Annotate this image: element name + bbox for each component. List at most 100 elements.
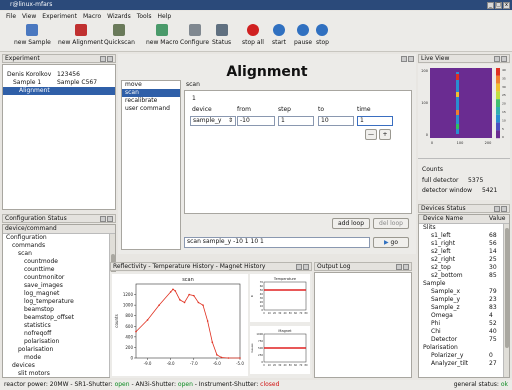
menu-tools[interactable]: Tools [137, 11, 152, 22]
close-icon[interactable] [107, 216, 113, 222]
menu-experiment[interactable]: Experiment [42, 11, 77, 22]
devices-scrollbar[interactable] [503, 224, 509, 377]
close-icon[interactable] [303, 264, 309, 270]
close-icon[interactable] [107, 56, 113, 62]
device-row[interactable]: s2_bottom 85 [419, 272, 509, 280]
device-row[interactable]: Polarisation [419, 344, 509, 352]
float-icon[interactable] [494, 206, 500, 212]
new-alignment-button[interactable]: new Alignment [58, 24, 103, 46]
new-macro-button[interactable]: new Macro [146, 24, 178, 46]
del-loop-button[interactable]: del loop [373, 218, 409, 229]
float-icon[interactable] [494, 56, 500, 62]
config-item[interactable]: log_magnet [3, 290, 115, 298]
config-item[interactable]: mode [3, 354, 115, 362]
config-item[interactable]: Configuration [3, 234, 115, 242]
menu-help[interactable]: Help [158, 11, 172, 22]
devices-panel-header: Devices Status [418, 204, 510, 213]
from-field[interactable]: -10 [237, 116, 275, 126]
status-button[interactable]: Status [212, 24, 231, 46]
command-item[interactable]: user command [122, 105, 180, 113]
experiment-row[interactable]: Sample 1 Sample C567 [3, 79, 115, 87]
device-row[interactable]: Sample_y 23 [419, 296, 509, 304]
float-icon[interactable] [401, 56, 407, 62]
scan-data-point [239, 357, 241, 359]
maximize-icon[interactable]: □ [495, 2, 502, 9]
device-row[interactable]: Sample_z 83 [419, 304, 509, 312]
devices-table: Device Name Value Slits s1_left 68 s1_right… [418, 214, 510, 378]
command-item[interactable]: scan [122, 89, 180, 97]
col-device-name: Device Name [423, 215, 464, 222]
config-item[interactable]: slit motors [3, 370, 115, 377]
config-item[interactable]: devices [3, 362, 115, 370]
float-icon[interactable] [100, 56, 106, 62]
config-tree-header: device/command [3, 225, 115, 234]
stop-all-button[interactable]: stop all [242, 24, 264, 46]
experiment-row[interactable]: Alignment [3, 87, 115, 95]
config-item[interactable]: polarisation [3, 338, 115, 346]
device-row[interactable]: Polarizer_y 0 [419, 352, 509, 360]
device-row[interactable]: s1_right 56 [419, 240, 509, 248]
config-item[interactable]: save_images [3, 282, 115, 290]
device-row[interactable]: Detector 75 [419, 336, 509, 344]
device-row[interactable]: Phi 52 [419, 320, 509, 328]
device-row[interactable]: s2_right 25 [419, 256, 509, 264]
start-button[interactable]: start [272, 24, 286, 46]
scan-data-point [202, 304, 204, 306]
device-row[interactable]: s1_left 68 [419, 232, 509, 240]
device-row[interactable]: Sample [419, 280, 509, 288]
pause-button[interactable]: pause [294, 24, 312, 46]
device-select[interactable]: sample_y ⇕ [190, 116, 236, 126]
menu-wizards[interactable]: Wizards [107, 11, 131, 22]
command-item[interactable]: move [122, 81, 180, 89]
config-item[interactable]: countmode [3, 258, 115, 266]
remove-row-button[interactable]: — [365, 129, 377, 140]
float-icon[interactable] [100, 216, 106, 222]
go-button[interactable]: ▶ go [373, 237, 409, 248]
device-row[interactable]: s2_top 30 [419, 264, 509, 272]
device-row[interactable]: Chi 40 [419, 328, 509, 336]
close-icon[interactable] [403, 264, 409, 270]
plot-frame [135, 283, 241, 359]
stop-button[interactable]: stop [316, 24, 329, 46]
menu-file[interactable]: File [6, 11, 16, 22]
menu-macro[interactable]: Macro [83, 11, 101, 22]
device-row[interactable]: s2_left 14 [419, 248, 509, 256]
config-item[interactable]: polarisation [3, 346, 115, 354]
float-icon[interactable] [396, 264, 402, 270]
time-field[interactable]: 1 [357, 116, 393, 126]
minimize-icon[interactable]: _ [487, 2, 494, 9]
config-item[interactable]: commands [3, 242, 115, 250]
quickscan-button[interactable]: Quickscan [104, 24, 135, 46]
device-row[interactable]: Sample_x 79 [419, 288, 509, 296]
device-row[interactable]: Omega 4 [419, 312, 509, 320]
close-icon[interactable]: x [503, 2, 510, 9]
output-log[interactable] [314, 272, 412, 378]
config-item[interactable]: counttime [3, 266, 115, 274]
configure-button[interactable]: Configure [180, 24, 209, 46]
step-field[interactable]: 1 [278, 116, 314, 126]
scan-chart: scan020040060080010001200-9.0 -8.0 -7.0 -6.… [112, 274, 248, 376]
config-item[interactable]: scan [3, 250, 115, 258]
colorbar-tick-label: 35 [502, 76, 506, 80]
device-row[interactable]: Slits [419, 224, 509, 232]
menu-view[interactable]: View [22, 11, 36, 22]
add-loop-button[interactable]: add loop [332, 218, 370, 229]
config-item[interactable]: log_temperature [3, 298, 115, 306]
y-tick-label: 1000 [123, 303, 134, 308]
device-row[interactable]: Analyzer_tilt 27 [419, 360, 509, 368]
config-item[interactable]: statistics [3, 322, 115, 330]
add-row-button[interactable]: + [379, 129, 391, 140]
new-sample-button[interactable]: new Sample [14, 24, 51, 46]
close-icon[interactable] [501, 206, 507, 212]
experiment-row[interactable]: Denis Korolkov 123456 [3, 71, 115, 79]
config-item[interactable]: countmonitor [3, 274, 115, 282]
command-line-field[interactable]: scan sample_y -10 1 10 1 [184, 237, 370, 248]
config-item[interactable]: beamstop [3, 306, 115, 314]
close-icon[interactable] [501, 56, 507, 62]
command-item[interactable]: recalibrate [122, 97, 180, 105]
float-icon[interactable] [296, 264, 302, 270]
config-item[interactable]: beamstop_offset [3, 314, 115, 322]
close-icon[interactable] [408, 56, 414, 62]
config-item[interactable]: nofreqoff [3, 330, 115, 338]
to-field[interactable]: 10 [318, 116, 354, 126]
